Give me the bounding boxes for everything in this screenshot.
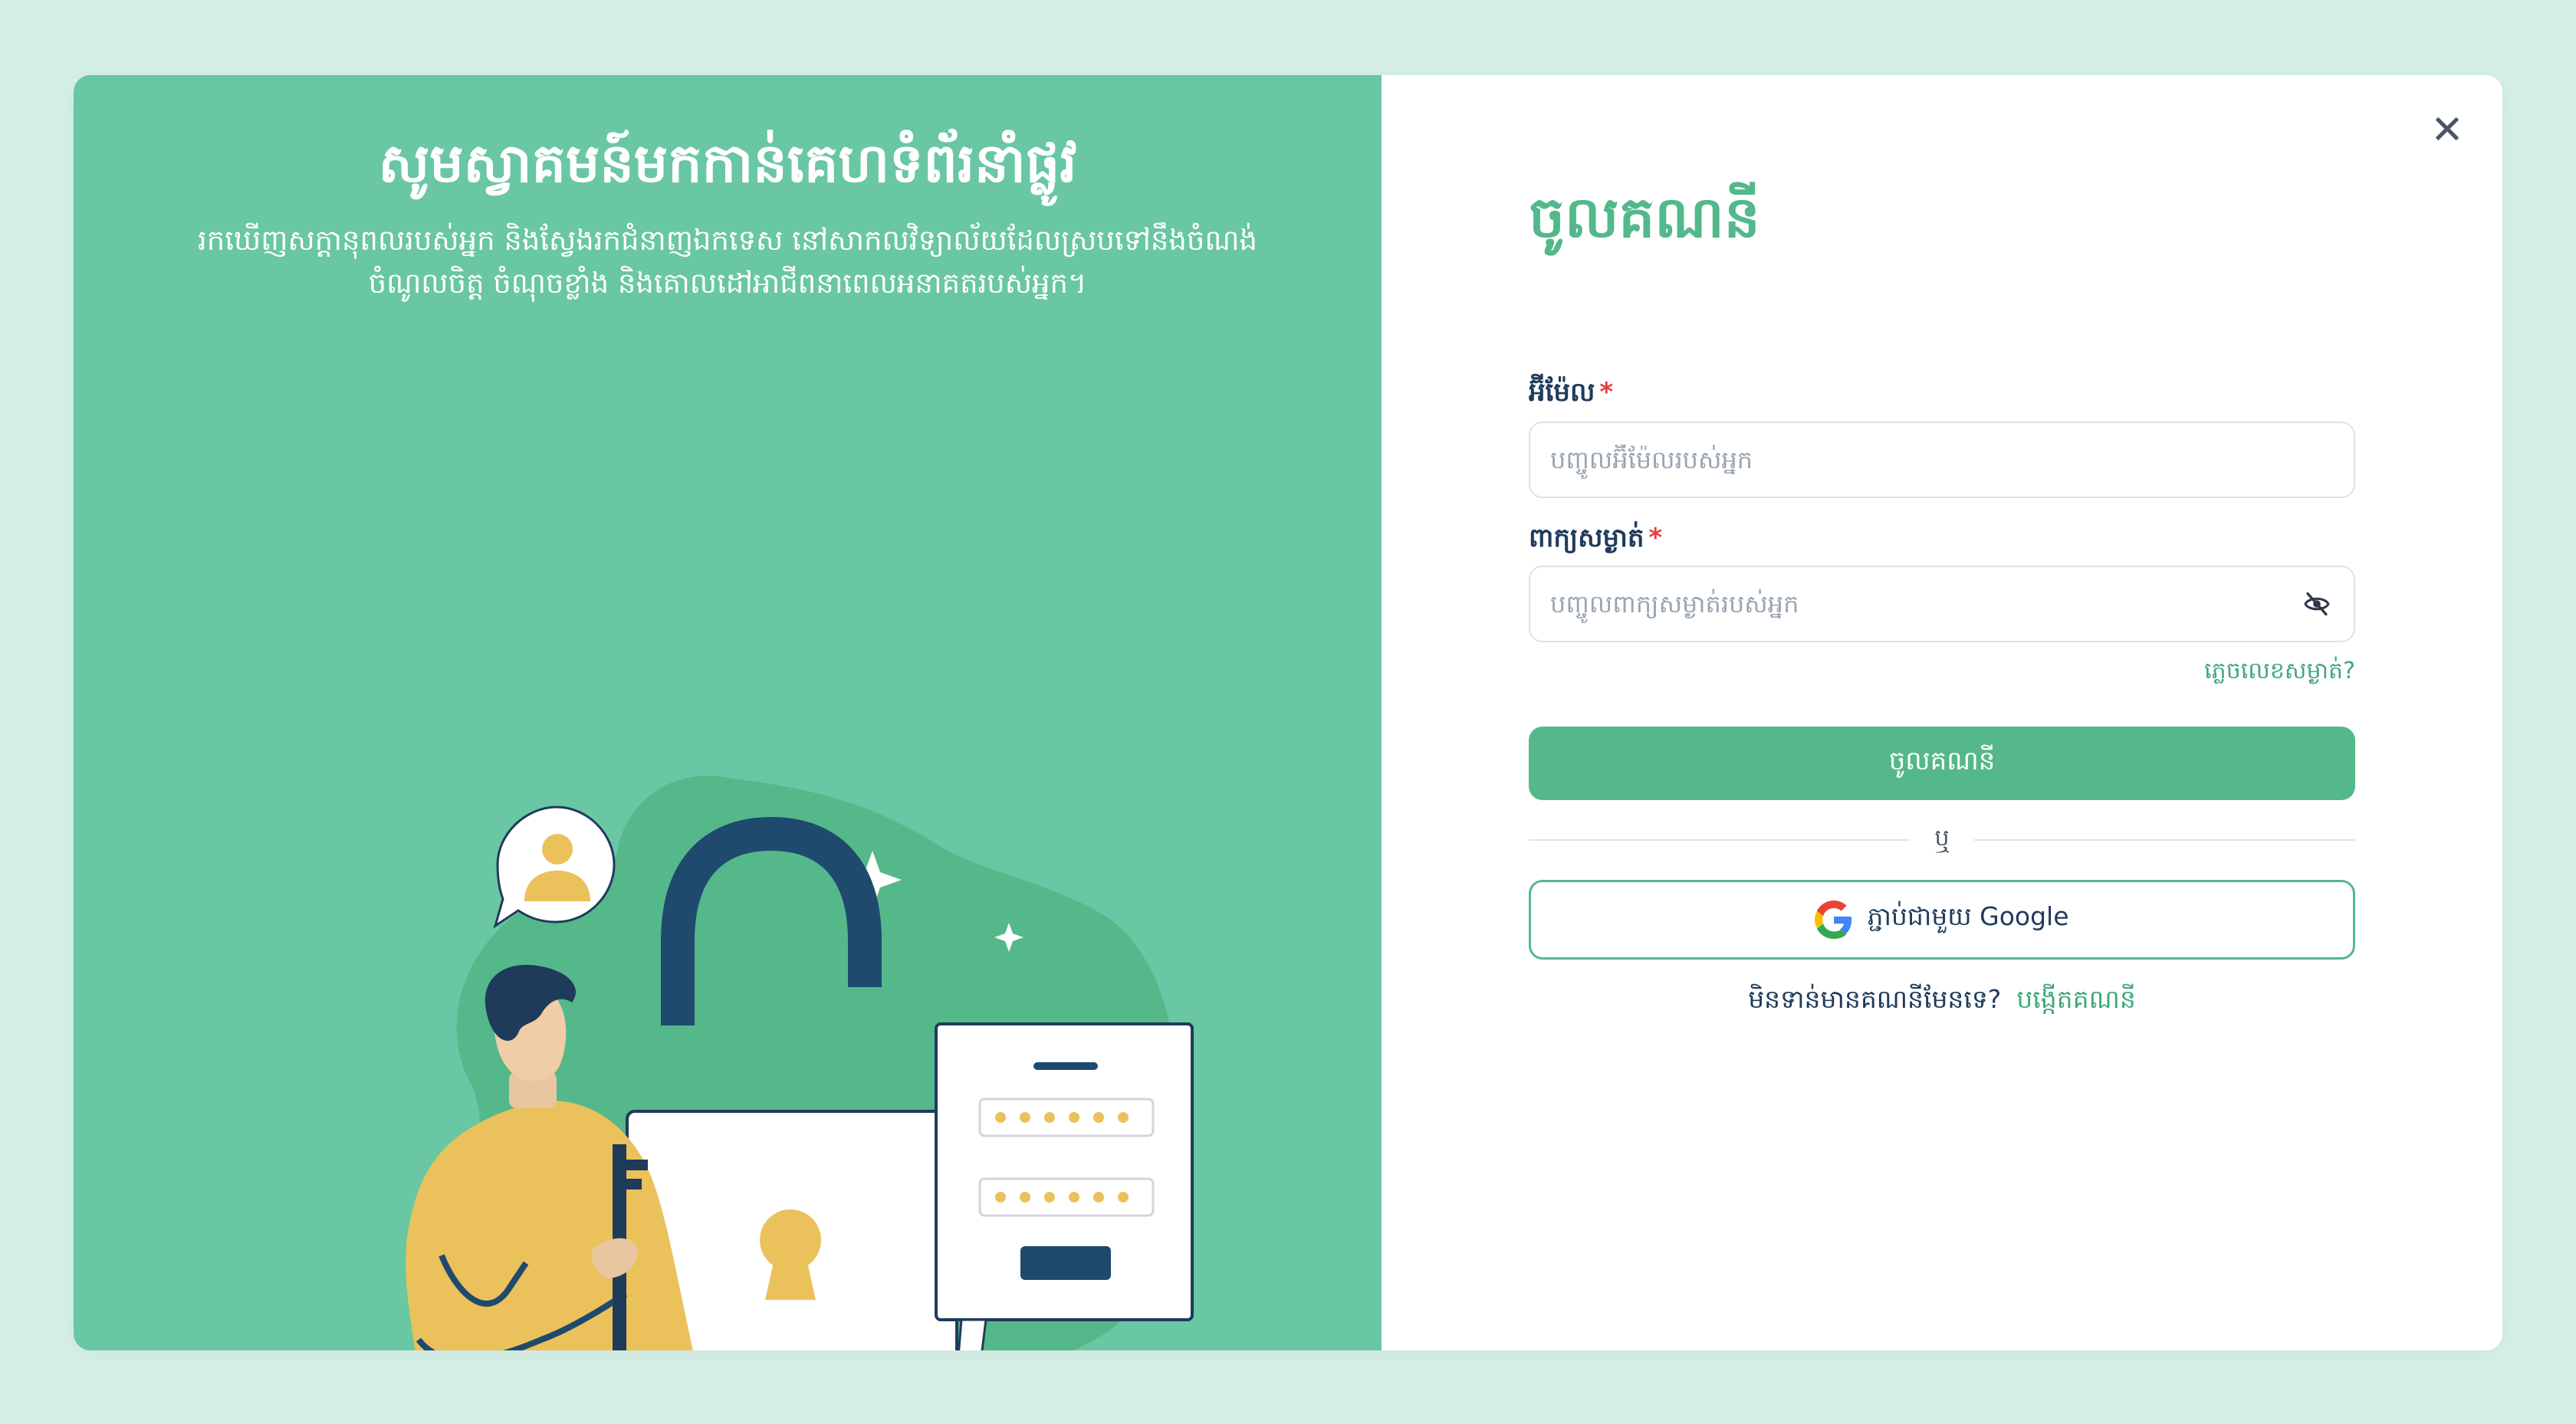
or-label: ឬ: [1934, 825, 1950, 851]
login-button[interactable]: ចូលគណនី: [1529, 727, 2355, 800]
form-title: ចូលគណនី: [1529, 185, 1760, 251]
toggle-password-visibility[interactable]: [2294, 581, 2340, 627]
unlock-illustration: [406, 776, 1194, 1350]
signup-link[interactable]: បង្កើតគណនី: [2016, 984, 2136, 1014]
google-login-button[interactable]: ភ្ជាប់ជាមួយ Google: [1529, 880, 2355, 960]
login-panel: ✕ ចូលគណនី អ៊ីម៉ែល* ពាក្យសម្ងាត់* ភ្លេចលេ…: [1382, 75, 2502, 1350]
signup-prompt: មិនទាន់មានគណនីមែនទេ? បង្កើតគណនី: [1529, 984, 2355, 1021]
close-button[interactable]: ✕: [2410, 94, 2484, 167]
login-modal: សូមស្វាគមន៍មកកាន់គេហទំព័រនាំផ្លូវ រកឃើញស…: [74, 75, 2502, 1350]
welcome-title: សូមស្វាគមន៍មកកាន់គេហទំព័រនាំផ្លូវ: [378, 132, 1077, 195]
email-label: អ៊ីម៉ែល *: [1529, 376, 1613, 414]
email-field[interactable]: [1529, 422, 2355, 498]
password-field[interactable]: [1529, 566, 2355, 642]
divider-line: [1529, 839, 1911, 841]
welcome-subtitle: រកឃើញសក្ដានុពលរបស់អ្នក និងស្វែងរកជំនាញឯក…: [198, 224, 1257, 300]
google-button-label: ភ្ជាប់ជាមួយ Google: [1867, 901, 2069, 931]
google-icon: [1815, 901, 1852, 939]
required-mark: *: [1648, 523, 1663, 553]
eye-off-icon: [2304, 592, 2330, 616]
password-label-text: ពាក្យសម្ងាត់: [1529, 523, 1644, 553]
welcome-panel: សូមស្វាគមន៍មកកាន់គេហទំព័រនាំផ្លូវ រកឃើញស…: [74, 75, 1382, 1350]
required-mark: *: [1599, 377, 1614, 408]
or-divider: ឬ: [1529, 825, 2356, 855]
no-account-text: មិនទាន់មានគណនីមែនទេ?: [1748, 984, 2002, 1014]
close-icon: ✕: [2430, 107, 2464, 153]
password-label: ពាក្យសម្ងាត់ *: [1529, 521, 1662, 559]
divider-line: [1973, 839, 2356, 841]
email-label-text: អ៊ីម៉ែល: [1529, 377, 1595, 408]
forgot-password-link[interactable]: ភ្លេចលេខសម្ងាត់?: [2204, 656, 2355, 690]
